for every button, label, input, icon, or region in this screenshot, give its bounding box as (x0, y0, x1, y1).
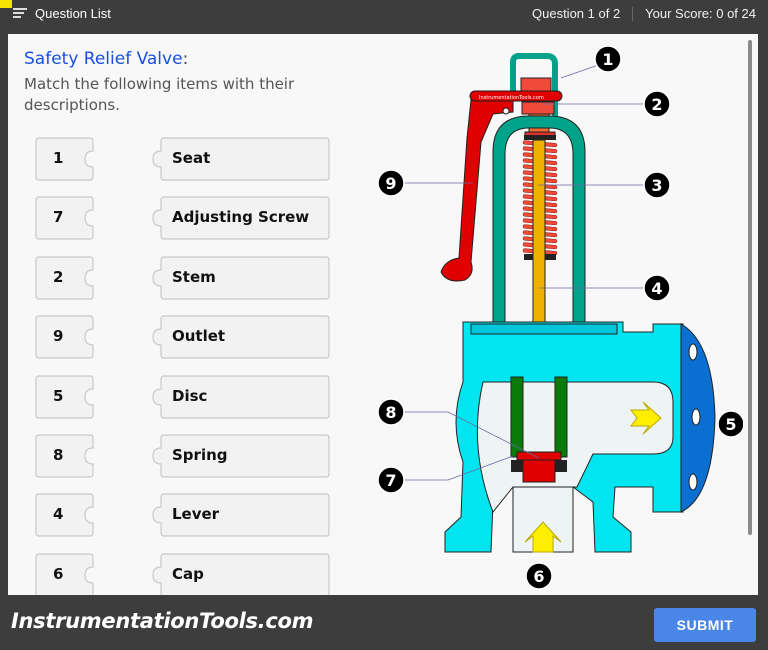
score: Your Score: 0 of 24 (645, 6, 756, 21)
description-label: Disc (172, 386, 208, 405)
match-row: 1 Seat (35, 137, 335, 181)
quiz-status: Question 1 of 2 Your Score: 0 of 24 (532, 6, 756, 21)
description-piece[interactable]: Lever (140, 493, 330, 537)
description-label: Outlet (172, 327, 226, 346)
match-row: 2 Stem (35, 256, 335, 300)
yellow-marker (0, 0, 12, 8)
callout-number: 8 (385, 403, 396, 422)
description-piece[interactable]: Outlet (140, 315, 330, 359)
description-label: Spring (172, 446, 228, 464)
callout-5: 5 (717, 410, 743, 438)
top-bar: Question List Question 1 of 2 Your Score… (0, 0, 768, 30)
match-row: 5 Disc (35, 374, 335, 419)
number-label: 5 (53, 386, 64, 405)
callout-number: 3 (651, 176, 662, 195)
brand-logo: InstrumentationTools.com (11, 609, 314, 633)
flange-hole (688, 343, 698, 361)
description-piece[interactable]: Cap (140, 553, 330, 595)
description-piece[interactable]: Disc (140, 374, 330, 419)
scrollbar[interactable] (748, 40, 752, 535)
callout-number: 6 (533, 567, 544, 586)
number-label: 1 (53, 149, 64, 167)
number-piece[interactable]: 7 (35, 196, 98, 240)
number-label: 7 (53, 208, 64, 227)
question-list-label: Question List (35, 6, 111, 21)
description-label: Stem (172, 267, 216, 286)
match-row: 4 Lever (35, 493, 335, 537)
title-colon: : (182, 49, 189, 69)
number-piece[interactable]: 8 (35, 434, 98, 478)
description-piece[interactable]: Spring (140, 434, 330, 478)
callout-3: 3 (643, 171, 671, 199)
number-label: 4 (53, 505, 64, 524)
callout-9: 9 (377, 169, 405, 197)
spring-plate (524, 135, 556, 140)
seat-left (511, 460, 523, 472)
match-row: 8 Spring (35, 434, 335, 478)
number-piece[interactable]: 5 (35, 374, 98, 419)
seat-right (555, 460, 567, 472)
valve-diagram: InstrumentationTools.com 123456789 (377, 45, 743, 590)
adjusting-nut-top (520, 77, 552, 92)
callout-number: 9 (385, 174, 396, 193)
number-label: 9 (53, 327, 64, 346)
number-piece[interactable]: 2 (35, 256, 98, 300)
number-piece[interactable]: 9 (35, 315, 98, 359)
description-label: Adjusting Screw (172, 208, 310, 227)
question-panel: Safety Relief Valve: Match the following… (8, 34, 758, 595)
lever-pivot (502, 107, 510, 115)
question-instruction: Match the following items with their des… (24, 75, 295, 114)
number-piece[interactable]: 1 (35, 137, 98, 181)
question-title-text: Safety Relief Valve (24, 49, 183, 69)
description-piece[interactable]: Seat (140, 137, 330, 181)
callout-number: 7 (385, 471, 396, 490)
bonnet-flange (470, 323, 618, 335)
submit-button[interactable]: SUBMIT (654, 608, 756, 642)
disc-holder (516, 451, 562, 461)
callout-number: 2 (651, 95, 662, 114)
callout-8: 8 (377, 398, 405, 426)
outlet-passage (476, 381, 674, 513)
question-progress: Question 1 of 2 (532, 6, 621, 21)
disc (522, 459, 556, 483)
number-piece[interactable]: 6 (35, 553, 98, 595)
divider (632, 6, 634, 21)
callout-number: 1 (602, 50, 613, 69)
callout-6: 6 (525, 562, 553, 590)
question-title: Safety Relief Valve: (24, 49, 188, 69)
guide-right (554, 376, 568, 458)
number-label: 8 (53, 446, 64, 464)
match-row: 6 Cap (35, 553, 335, 595)
callout-7: 7 (377, 466, 405, 494)
description-label: Lever (172, 505, 220, 524)
description-label: Cap (172, 564, 204, 583)
question-list-button[interactable]: Question List (13, 6, 111, 21)
number-label: 6 (53, 564, 64, 583)
list-icon (13, 8, 27, 19)
match-row: 9 Outlet (35, 315, 335, 359)
description-piece[interactable]: Stem (140, 256, 330, 300)
number-label: 2 (53, 267, 64, 286)
callout-number: 5 (725, 415, 736, 434)
flange-hole (691, 408, 701, 426)
match-row: 7 Adjusting Screw (35, 196, 335, 240)
callout-number: 4 (651, 279, 662, 298)
callout-1: 1 (594, 45, 622, 73)
number-piece[interactable]: 4 (35, 493, 98, 537)
watermark: InstrumentationTools.com (479, 95, 544, 101)
description-piece[interactable]: Adjusting Screw (140, 196, 330, 240)
description-label: Seat (172, 149, 211, 167)
flange-hole (688, 473, 698, 491)
callout-2: 2 (643, 90, 671, 118)
callout-4: 4 (643, 274, 671, 302)
